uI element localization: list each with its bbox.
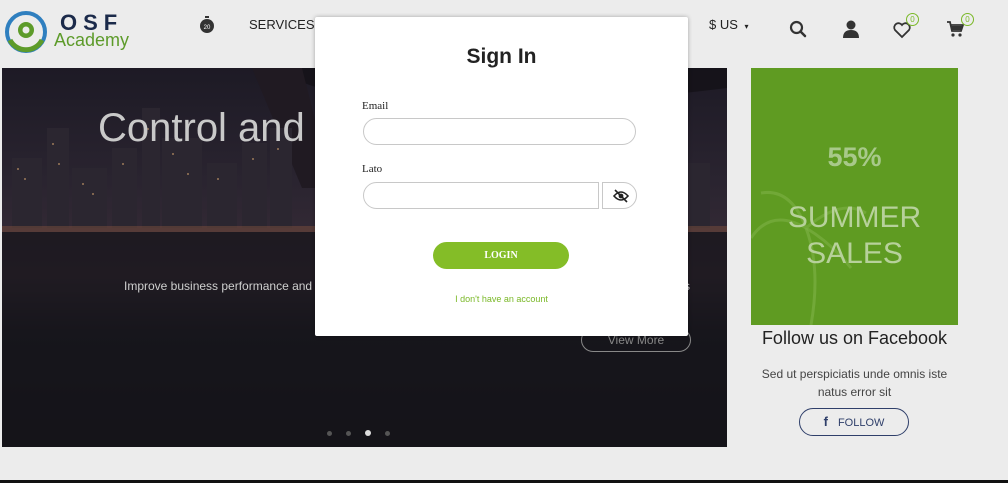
email-field[interactable] [363, 118, 636, 145]
login-button[interactable]: LOGIN [433, 242, 569, 269]
signin-modal: Sign In Email Lato LOGIN I don't have an… [315, 17, 688, 336]
password-field[interactable] [363, 182, 599, 209]
no-account-link[interactable]: I don't have an account [315, 294, 688, 304]
modal-title: Sign In [466, 45, 537, 68]
eye-slash-icon [613, 189, 629, 203]
password-label: Lato [362, 163, 383, 175]
toggle-password-visibility-button[interactable] [602, 182, 637, 209]
email-label: Email [362, 100, 389, 112]
